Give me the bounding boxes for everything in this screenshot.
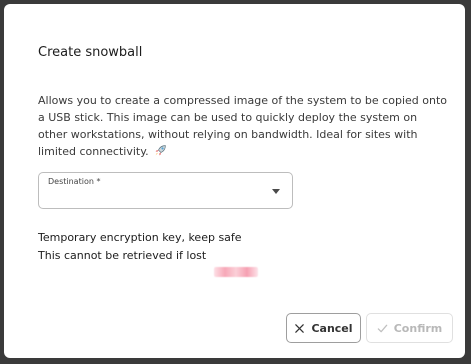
cancel-label: Cancel [311, 321, 353, 335]
confirm-label: Confirm [393, 321, 443, 335]
create-snowball-dialog: Create snowball Allows you to create a c… [4, 4, 465, 358]
dialog-description: Allows you to create a compressed image … [38, 92, 448, 160]
encryption-key-label: Temporary encryption key, keep safe [38, 231, 242, 244]
encryption-key-value-redacted [214, 267, 258, 277]
description-text: Allows you to create a compressed image … [38, 94, 447, 158]
chevron-down-icon[interactable] [272, 189, 280, 194]
destination-label: Destination * [48, 177, 101, 186]
rocket-icon [155, 145, 166, 156]
confirm-button[interactable]: Confirm [366, 313, 453, 343]
destination-select[interactable]: Destination * [38, 172, 293, 209]
cancel-button[interactable]: Cancel [286, 313, 361, 343]
close-icon [295, 323, 305, 333]
encryption-key-warning: This cannot be retrieved if lost [38, 249, 207, 262]
dialog-title: Create snowball [38, 45, 143, 60]
check-icon [377, 324, 388, 332]
